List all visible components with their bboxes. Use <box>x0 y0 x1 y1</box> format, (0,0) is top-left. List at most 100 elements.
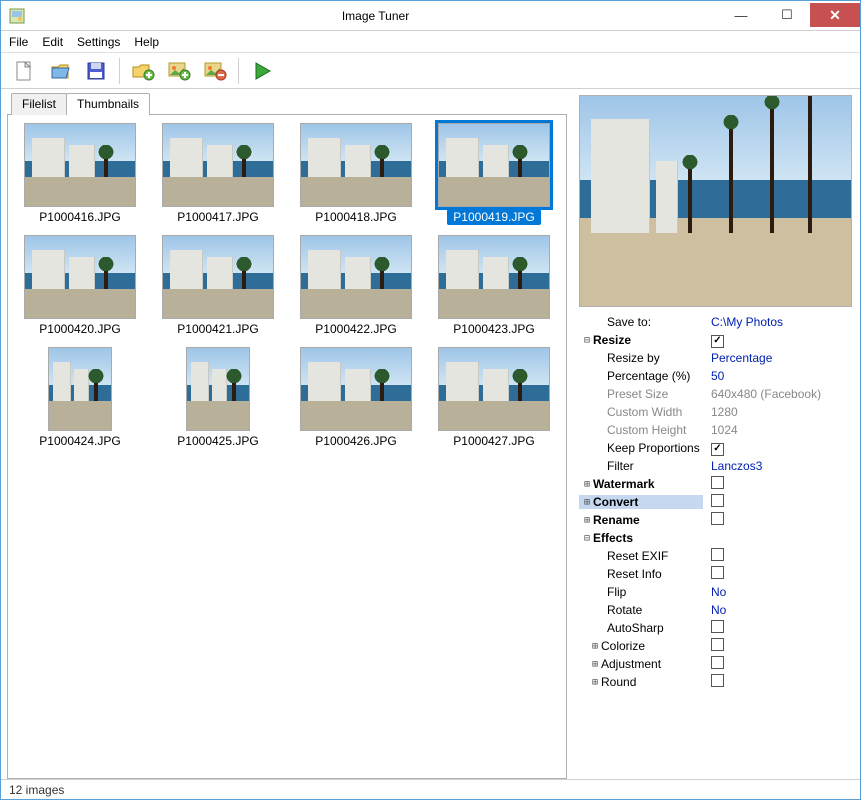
prop-convert[interactable]: ⊞Convert <box>579 493 852 511</box>
reset-exif-checkbox[interactable] <box>711 548 724 561</box>
thumbnail-item[interactable]: P1000422.JPG <box>290 235 422 337</box>
expand-icon[interactable]: ⊞ <box>589 659 601 670</box>
reset-info-checkbox[interactable] <box>711 566 724 579</box>
prop-autosharp[interactable]: AutoSharp <box>579 619 852 637</box>
prop-adjustment[interactable]: ⊞Adjustment <box>579 655 852 673</box>
open-button[interactable] <box>43 55 77 87</box>
menu-edit[interactable]: Edit <box>42 35 63 49</box>
prop-percentage[interactable]: Percentage (%) 50 <box>579 367 852 385</box>
thumbnail-caption: P1000416.JPG <box>33 209 126 225</box>
menu-settings[interactable]: Settings <box>77 35 120 49</box>
thumbnail-caption: P1000418.JPG <box>309 209 402 225</box>
prop-effects[interactable]: ⊟Effects <box>579 529 852 547</box>
thumbnail-item[interactable]: P1000421.JPG <box>152 235 284 337</box>
thumbnail-caption: P1000424.JPG <box>33 433 126 449</box>
thumbnail-caption: P1000420.JPG <box>33 321 126 337</box>
thumbnail-image <box>24 235 136 319</box>
maximize-button[interactable]: ☐ <box>764 3 810 27</box>
app-icon <box>7 6 27 26</box>
colorize-checkbox[interactable] <box>711 638 724 651</box>
titlebar: Image Tuner — ☐ ✕ <box>1 1 860 31</box>
autosharp-checkbox[interactable] <box>711 620 724 633</box>
watermark-checkbox[interactable] <box>711 476 724 489</box>
add-folder-button[interactable] <box>126 55 160 87</box>
content-area: Filelist Thumbnails P1000416.JPG P1000417… <box>1 89 860 779</box>
status-bar: 12 images <box>1 779 860 799</box>
expand-icon[interactable]: ⊞ <box>589 641 601 652</box>
left-pane: Filelist Thumbnails P1000416.JPG P1000417… <box>1 89 573 779</box>
prop-reset-exif[interactable]: Reset EXIF <box>579 547 852 565</box>
thumbnail-item[interactable]: P1000419.JPG <box>428 123 560 225</box>
toolbar-separator <box>238 58 239 84</box>
prop-filter[interactable]: Filter Lanczos3 <box>579 457 852 475</box>
thumbnail-image <box>162 235 274 319</box>
thumbnail-image <box>300 347 412 431</box>
adjustment-checkbox[interactable] <box>711 656 724 669</box>
prop-resize[interactable]: ⊟Resize <box>579 331 852 349</box>
prop-rename[interactable]: ⊞Rename <box>579 511 852 529</box>
thumbnail-item[interactable]: P1000417.JPG <box>152 123 284 225</box>
tab-filelist[interactable]: Filelist <box>11 93 67 115</box>
convert-checkbox[interactable] <box>711 494 724 507</box>
thumbnail-caption: P1000426.JPG <box>309 433 402 449</box>
window-title: Image Tuner <box>33 9 718 23</box>
thumbnail-image <box>186 347 250 431</box>
thumbnail-image <box>162 123 274 207</box>
run-button[interactable] <box>245 55 279 87</box>
thumbnail-caption: P1000425.JPG <box>171 433 264 449</box>
expand-icon[interactable]: ⊞ <box>581 515 593 526</box>
collapse-icon[interactable]: ⊟ <box>581 335 593 346</box>
round-checkbox[interactable] <box>711 674 724 687</box>
resize-checkbox[interactable] <box>711 335 724 348</box>
remove-image-button[interactable] <box>198 55 232 87</box>
prop-save-to[interactable]: Save to: C:\My Photos <box>579 313 852 331</box>
prop-reset-info[interactable]: Reset Info <box>579 565 852 583</box>
collapse-icon[interactable]: ⊟ <box>581 533 593 544</box>
thumbnail-caption: P1000427.JPG <box>447 433 540 449</box>
expand-icon[interactable]: ⊞ <box>581 497 593 508</box>
thumbnail-item[interactable]: P1000426.JPG <box>290 347 422 449</box>
rename-checkbox[interactable] <box>711 512 724 525</box>
toolbar <box>1 53 860 89</box>
prop-watermark[interactable]: ⊞Watermark <box>579 475 852 493</box>
thumbnail-item[interactable]: P1000418.JPG <box>290 123 422 225</box>
thumbnail-item[interactable]: P1000420.JPG <box>14 235 146 337</box>
new-button[interactable] <box>7 55 41 87</box>
prop-custom-width: Custom Width 1280 <box>579 403 852 421</box>
thumbnail-caption: P1000423.JPG <box>447 321 540 337</box>
thumbnail-grid: P1000416.JPG P1000417.JPG P1000418.JPG P100… <box>14 123 560 449</box>
prop-colorize[interactable]: ⊞Colorize <box>579 637 852 655</box>
menu-file[interactable]: File <box>9 35 28 49</box>
prop-resize-by[interactable]: Resize by Percentage <box>579 349 852 367</box>
keep-proportions-checkbox[interactable] <box>711 443 724 456</box>
thumbnail-item[interactable]: P1000423.JPG <box>428 235 560 337</box>
app-window: Image Tuner — ☐ ✕ File Edit Settings Hel… <box>0 0 861 800</box>
thumbnail-item[interactable]: P1000427.JPG <box>428 347 560 449</box>
thumbnail-image <box>24 123 136 207</box>
thumbnail-image <box>300 123 412 207</box>
thumbnail-image <box>300 235 412 319</box>
thumbnail-item[interactable]: P1000425.JPG <box>152 347 284 449</box>
thumbnail-item[interactable]: P1000416.JPG <box>14 123 146 225</box>
expand-icon[interactable]: ⊞ <box>581 479 593 490</box>
prop-rotate[interactable]: Rotate No <box>579 601 852 619</box>
prop-round[interactable]: ⊞Round <box>579 673 852 691</box>
preview-image <box>579 95 852 307</box>
prop-preset-size: Preset Size 640x480 (Facebook) <box>579 385 852 403</box>
tab-thumbnails[interactable]: Thumbnails <box>66 93 150 115</box>
thumbnail-item[interactable]: P1000424.JPG <box>14 347 146 449</box>
expand-icon[interactable]: ⊞ <box>589 677 601 688</box>
thumbnail-image <box>48 347 112 431</box>
save-button[interactable] <box>79 55 113 87</box>
thumbnails-panel: P1000416.JPG P1000417.JPG P1000418.JPG P100… <box>7 114 567 779</box>
prop-keep-proportions[interactable]: Keep Proportions <box>579 439 852 457</box>
thumbnail-caption: P1000422.JPG <box>309 321 402 337</box>
thumbnail-image <box>438 235 550 319</box>
prop-flip[interactable]: Flip No <box>579 583 852 601</box>
minimize-button[interactable]: — <box>718 3 764 27</box>
close-button[interactable]: ✕ <box>810 3 860 27</box>
thumbnail-caption: P1000421.JPG <box>171 321 264 337</box>
thumbnail-image <box>438 347 550 431</box>
menu-help[interactable]: Help <box>134 35 159 49</box>
add-image-button[interactable] <box>162 55 196 87</box>
